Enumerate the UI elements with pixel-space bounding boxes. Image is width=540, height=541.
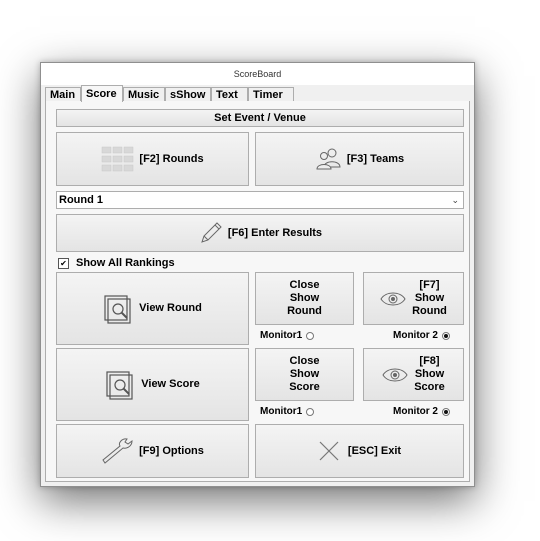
- tab-score[interactable]: Score: [81, 85, 123, 102]
- magnifier-icon: [105, 370, 135, 400]
- wrench-icon: [101, 438, 135, 464]
- grid-icon: [101, 146, 135, 172]
- tab-strip: Main Score Music sShow Text Timer: [45, 85, 470, 102]
- radio-selected-icon: [442, 407, 450, 416]
- users-icon: [315, 147, 343, 171]
- tab-sshow[interactable]: sShow: [165, 87, 211, 101]
- magnifier-icon: [103, 294, 133, 324]
- radio-unselected-icon: [306, 331, 315, 340]
- close-show-score-button[interactable]: Close Show Score: [255, 348, 354, 401]
- radio-selected-icon: [442, 331, 450, 340]
- tab-text[interactable]: Text: [211, 87, 248, 101]
- rounds-button[interactable]: [F2] Rounds: [56, 132, 249, 186]
- show-all-rankings-checkbox[interactable]: ✔ Show All Rankings: [58, 257, 175, 269]
- show-round-button[interactable]: [F7] Show Round: [363, 272, 464, 325]
- radio-unselected-icon: [306, 407, 315, 416]
- set-event-venue-button[interactable]: Set Event / Venue: [56, 109, 464, 127]
- tab-main[interactable]: Main: [45, 87, 81, 101]
- score-monitor2-radio[interactable]: Monitor 2: [393, 406, 450, 417]
- teams-button[interactable]: [F3] Teams: [255, 132, 464, 186]
- round-monitor1-radio[interactable]: Monitor1: [260, 330, 315, 341]
- eye-icon: [380, 290, 406, 308]
- tab-timer[interactable]: Timer: [248, 87, 294, 101]
- scoreboard-window: ScoreBoard Main Score Music sShow Text T…: [40, 62, 475, 487]
- window-title: ScoreBoard: [41, 63, 474, 85]
- exit-button[interactable]: [ESC] Exit: [255, 424, 464, 478]
- checkmark-icon: ✔: [58, 257, 69, 269]
- score-monitor1-radio[interactable]: Monitor1: [260, 406, 315, 417]
- options-button[interactable]: [F9] Options: [56, 424, 249, 478]
- close-show-round-button[interactable]: Close Show Round: [255, 272, 354, 325]
- show-score-button[interactable]: [F8] Show Score: [363, 348, 464, 401]
- pencil-icon: [198, 220, 224, 246]
- score-panel: Set Event / Venue [F2] Rounds [F3] Teams…: [45, 101, 470, 482]
- enter-results-button[interactable]: [F6] Enter Results: [56, 214, 464, 252]
- view-round-button[interactable]: View Round: [56, 272, 249, 345]
- chevron-down-icon: ⌄: [451, 195, 459, 205]
- round-select[interactable]: Round 1 ⌄: [56, 191, 464, 209]
- tab-music[interactable]: Music: [123, 87, 165, 101]
- view-score-button[interactable]: View Score: [56, 348, 249, 421]
- close-icon: [318, 440, 340, 462]
- round-monitor2-radio[interactable]: Monitor 2: [393, 330, 450, 341]
- eye-icon: [382, 366, 408, 384]
